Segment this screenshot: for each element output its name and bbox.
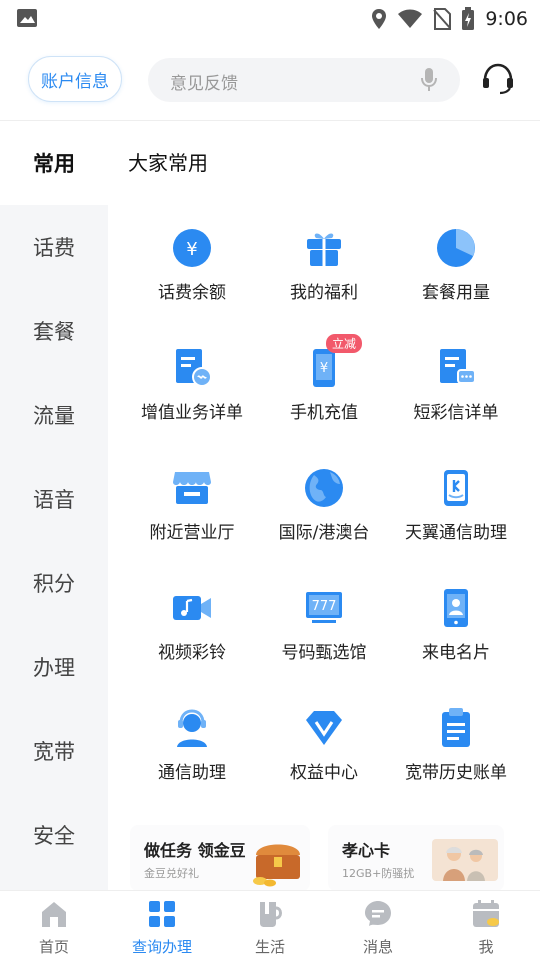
tab-messages[interactable]: 消息 xyxy=(324,891,432,960)
svg-text:¥: ¥ xyxy=(320,361,328,376)
status-bar: 9:06 xyxy=(0,0,540,38)
grid-item-label: 来电名片 xyxy=(422,643,490,663)
account-info-button[interactable]: 账户信息 xyxy=(28,56,122,102)
cup-icon xyxy=(260,902,282,927)
home-icon xyxy=(42,902,66,927)
phone-assistant-icon xyxy=(444,470,468,506)
sidebar-item-handle[interactable]: 办理 xyxy=(0,625,108,709)
promo-title: 孝心卡 xyxy=(342,841,391,860)
grid-item-label: 话费余额 xyxy=(158,283,226,303)
bottom-tab-bar: 首页 查询办理 生活 消息 我 xyxy=(0,890,540,960)
number-display-icon: 777 xyxy=(306,592,342,623)
discount-badge: 立减 xyxy=(326,334,363,353)
promo-subtitle: 12GB+防骚扰 xyxy=(342,867,415,880)
tab-home[interactable]: 首页 xyxy=(0,891,108,960)
grid-item-broadband-bill[interactable]: 宽带历史账单 xyxy=(384,706,528,816)
tab-label: 我 xyxy=(478,938,494,956)
clipboard-icon xyxy=(442,708,470,747)
tab-label: 消息 xyxy=(362,938,393,956)
promo-gold-beans[interactable]: 做任务 领金豆 金豆兑好礼 xyxy=(130,825,310,891)
grid-item-label: 附近营业厅 xyxy=(149,523,235,543)
sidebar-item-plan[interactable]: 套餐 xyxy=(0,289,108,373)
tab-label: 查询办理 xyxy=(131,938,192,956)
sidebar-item-data[interactable]: 流量 xyxy=(0,373,108,457)
sidebar-item-common[interactable]: 常用 xyxy=(0,121,108,205)
wifi-icon xyxy=(398,9,423,28)
promo-subtitle: 金豆兑好礼 xyxy=(144,867,199,880)
promo-filial-card[interactable]: 孝心卡 12GB+防骚扰 xyxy=(328,825,504,891)
video-ringtone-icon xyxy=(173,596,211,620)
grid-item-label: 我的福利 xyxy=(290,283,358,303)
grid-item-label: 套餐用量 xyxy=(422,283,490,303)
grid-item-vas-detail[interactable]: 增值业务详单 xyxy=(120,346,264,456)
yuan-coin-icon: ¥ xyxy=(173,229,211,267)
search-bar[interactable]: 意见反馈 xyxy=(148,58,460,102)
grid-item-international[interactable]: 国际/港澳台 xyxy=(252,466,396,576)
battery-charging-icon xyxy=(462,7,475,30)
grid-item-label: 宽带历史账单 xyxy=(405,763,507,783)
message-bubble-icon xyxy=(365,901,391,926)
grid-item-comm-assistant[interactable]: 通信助理 xyxy=(120,706,264,816)
grid-item-video-ringtone[interactable]: 视频彩铃 xyxy=(120,586,264,696)
sidebar-item-voice[interactable]: 语音 xyxy=(0,457,108,541)
image-notification-icon xyxy=(17,9,37,27)
caller-card-icon xyxy=(444,589,468,627)
tab-me[interactable]: 我 xyxy=(432,891,540,960)
grid-item-label: 视频彩铃 xyxy=(158,643,226,663)
grid-item-rights-center[interactable]: 权益中心 xyxy=(252,706,396,816)
document-message-icon xyxy=(440,349,476,384)
category-sidebar: 常用 话费 套餐 流量 语音 积分 办理 宽带 安全 xyxy=(0,121,108,890)
sidebar-item-points[interactable]: 积分 xyxy=(0,541,108,625)
tab-life[interactable]: 生活 xyxy=(216,891,324,960)
grid-item-recharge[interactable]: ¥ 手机充值 xyxy=(252,346,396,456)
gift-icon xyxy=(307,233,341,266)
grid-icon xyxy=(149,901,175,927)
grid-item-label: 国际/港澳台 xyxy=(278,523,370,543)
treasure-chest-icon xyxy=(253,844,300,887)
sidebar-item-phone-fee[interactable]: 话费 xyxy=(0,205,108,289)
pie-chart-icon xyxy=(437,229,475,267)
elderly-couple-image xyxy=(432,839,498,881)
grid-item-number-selection[interactable]: 777 号码甄选馆 xyxy=(252,586,396,696)
tab-label: 生活 xyxy=(254,938,285,956)
main-content: 大家常用 ¥ 话费余额 我的福利 套餐用量 增值业务详单 ¥ 手机充值 短彩信详… xyxy=(108,121,540,891)
tab-query-handle[interactable]: 查询办理 xyxy=(108,891,216,960)
document-chat-icon xyxy=(176,349,212,387)
svg-text:777: 777 xyxy=(312,599,337,614)
grid-item-balance[interactable]: ¥ 话费余额 xyxy=(120,226,264,336)
grid-item-label: 号码甄选馆 xyxy=(281,643,367,663)
sidebar-item-security[interactable]: 安全 xyxy=(0,793,108,877)
grid-item-label: 通信助理 xyxy=(158,763,226,783)
microphone-icon[interactable] xyxy=(420,67,438,93)
grid-item-plan-usage[interactable]: 套餐用量 xyxy=(384,226,528,336)
grid-item-benefits[interactable]: 我的福利 xyxy=(252,226,396,336)
grid-item-label: 短彩信详单 xyxy=(413,403,499,423)
sidebar-item-broadband[interactable]: 宽带 xyxy=(0,709,108,793)
globe-icon xyxy=(305,469,343,507)
svg-text:¥: ¥ xyxy=(186,239,197,260)
grid-item-label: 权益中心 xyxy=(290,763,358,783)
store-icon xyxy=(173,472,211,504)
grid-item-sms-detail[interactable]: 短彩信详单 xyxy=(384,346,528,456)
grid-item-tianyi-assistant[interactable]: 天翼通信助理 xyxy=(384,466,528,576)
promo-title: 做任务 领金豆 xyxy=(144,841,246,860)
location-icon xyxy=(372,9,387,29)
headset-person-icon xyxy=(177,709,207,747)
grid-item-label: 天翼通信助理 xyxy=(405,523,507,543)
calendar-sign-icon xyxy=(473,900,499,927)
customer-service-icon[interactable] xyxy=(480,62,516,96)
tab-label: 首页 xyxy=(38,938,69,956)
search-placeholder: 意见反馈 xyxy=(170,74,238,94)
section-title: 大家常用 xyxy=(128,151,208,175)
header: 账户信息 意见反馈 xyxy=(0,38,540,120)
grid-item-label: 增值业务详单 xyxy=(141,403,243,423)
grid-item-label: 手机充值 xyxy=(290,403,358,423)
diamond-icon xyxy=(306,711,342,745)
grid-item-caller-card[interactable]: 来电名片 xyxy=(384,586,528,696)
grid-item-nearby-store[interactable]: 附近营业厅 xyxy=(120,466,264,576)
no-sim-icon xyxy=(433,8,452,30)
clock: 9:06 xyxy=(485,8,528,30)
